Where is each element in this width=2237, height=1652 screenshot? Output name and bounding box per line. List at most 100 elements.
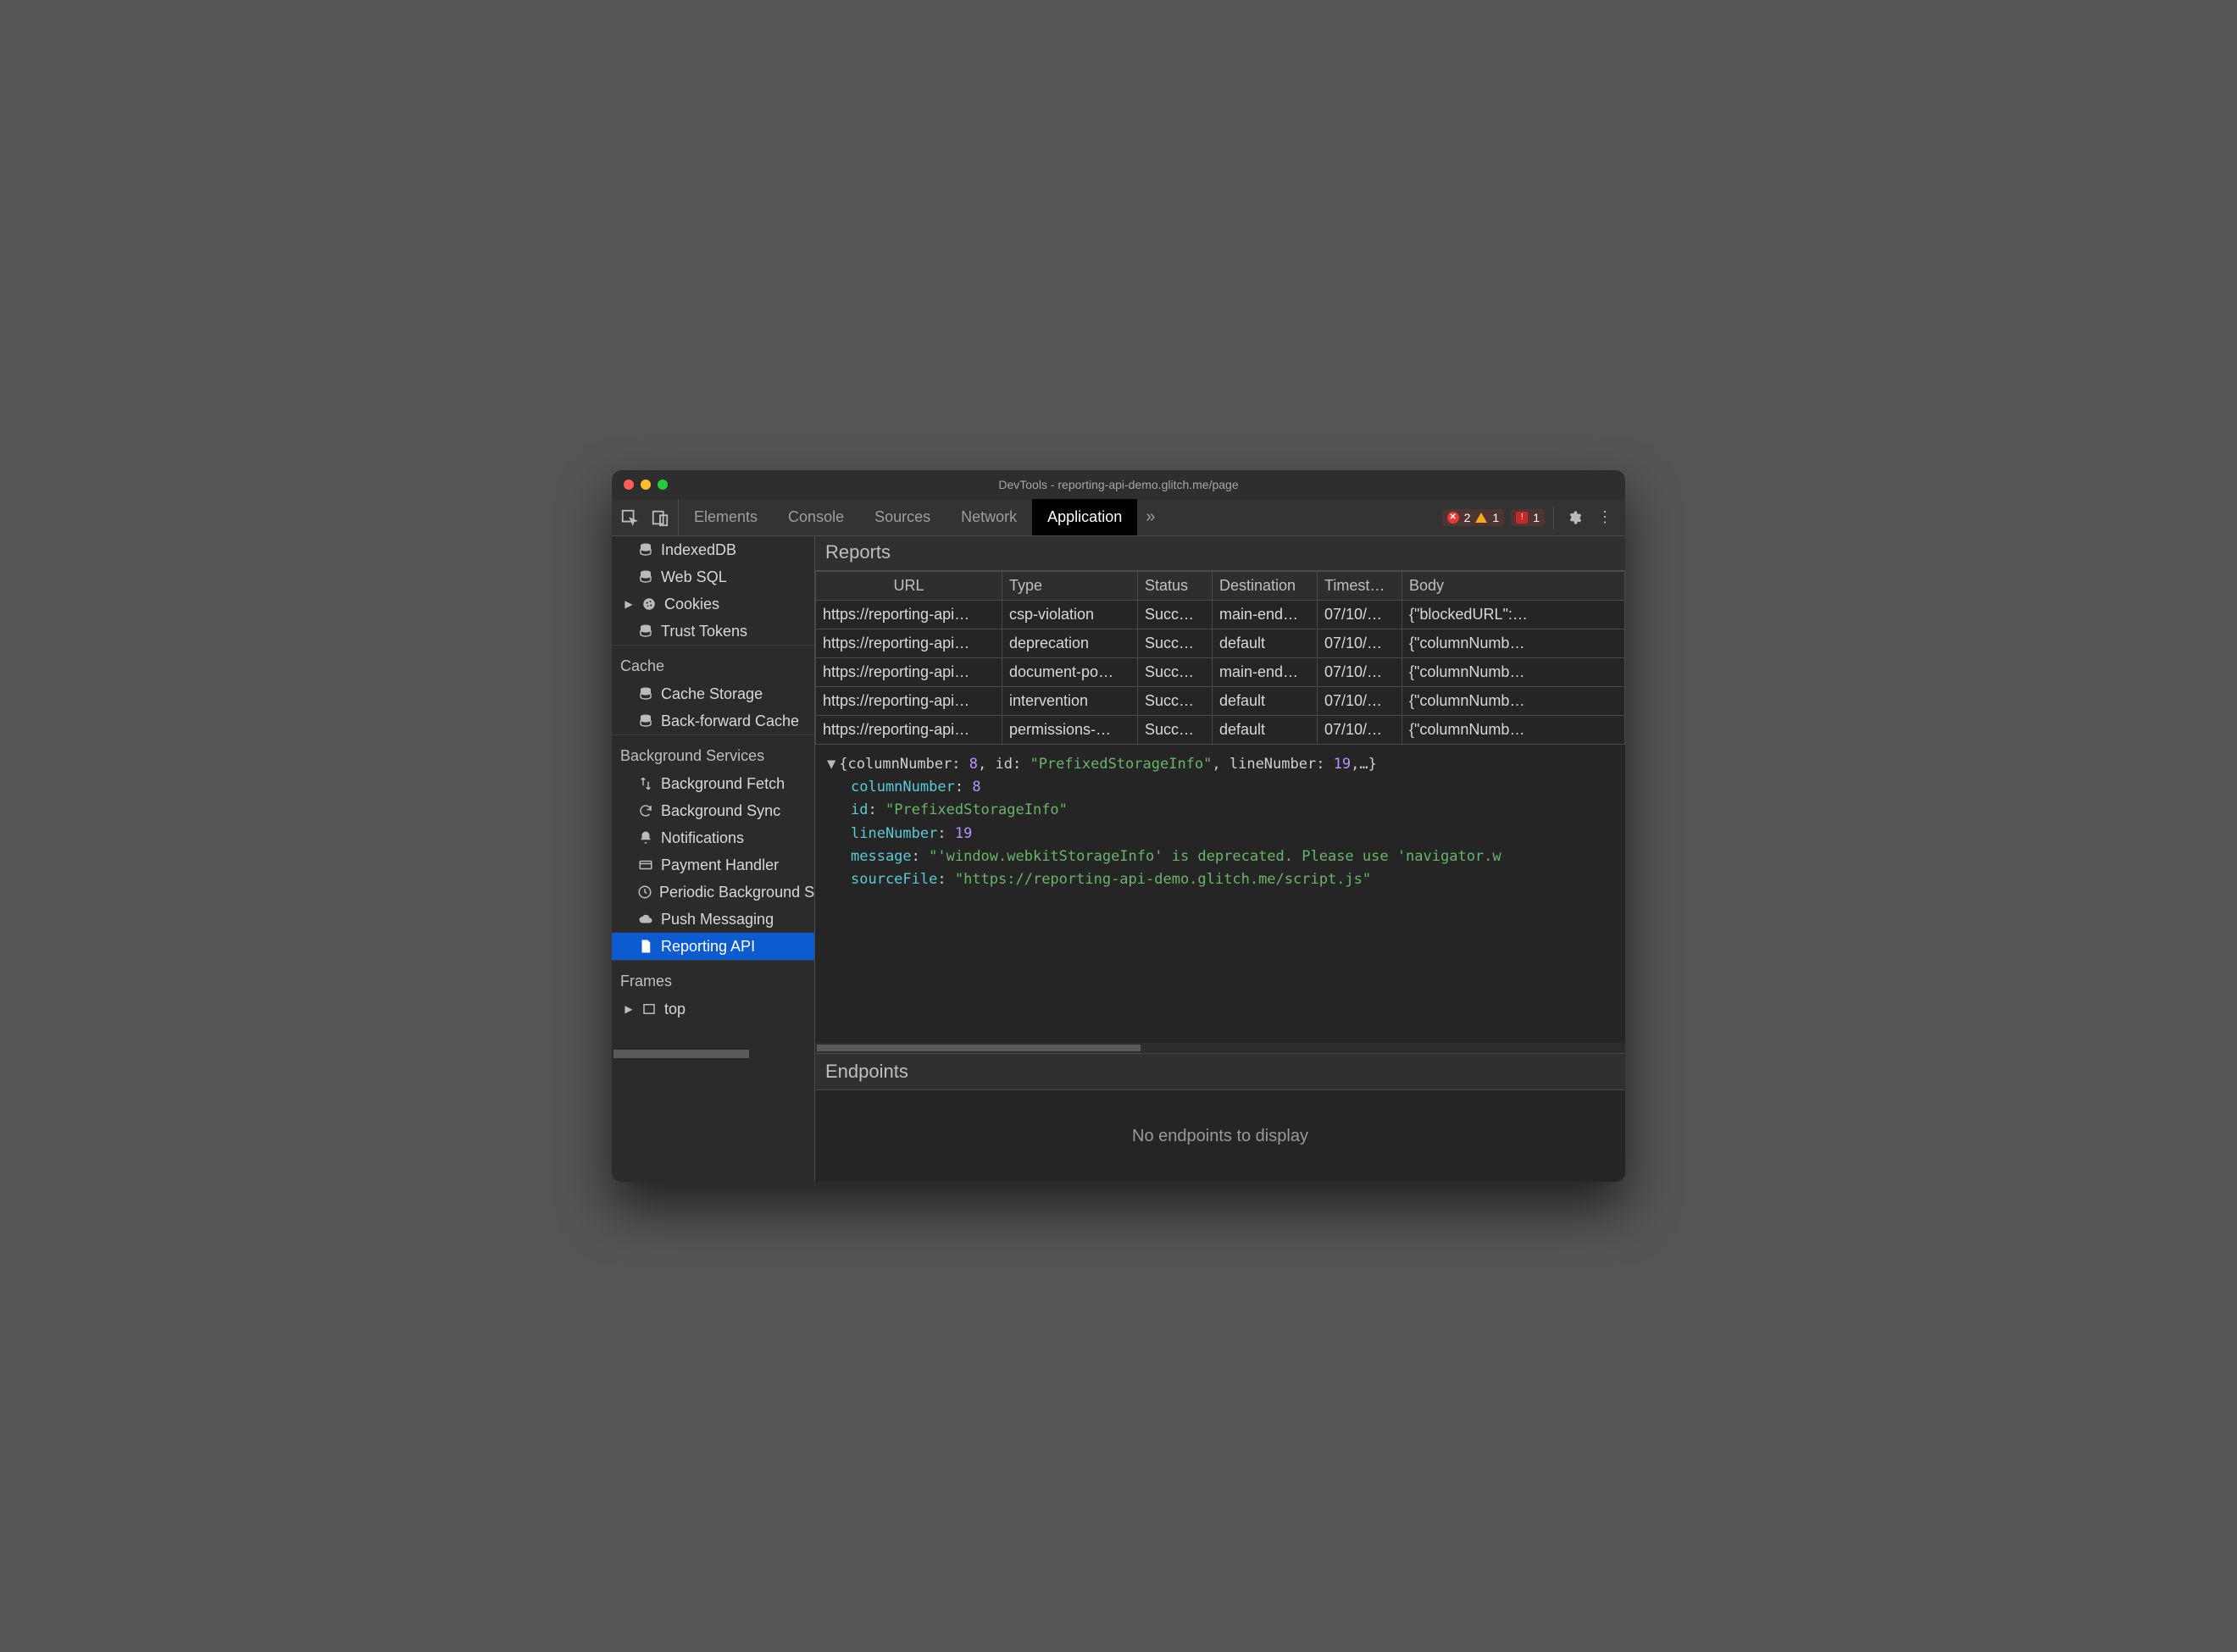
sidebar-item-background-sync[interactable]: Background Sync xyxy=(612,797,814,824)
col-url[interactable]: URL xyxy=(816,572,1002,601)
table-cell-url: https://reporting-api… xyxy=(816,716,1002,745)
console-errors-warnings-badge[interactable]: ✕ 2 1 xyxy=(1442,509,1505,526)
sidebar-item-reporting-api[interactable]: Reporting API xyxy=(612,933,814,960)
minimize-window-button[interactable] xyxy=(641,480,651,490)
storage-group: IndexedDB Web SQL ▶ Cookies Trust Tokens xyxy=(612,536,814,645)
sidebar-item-label: Periodic Background Sync xyxy=(659,884,815,901)
table-cell-type: intervention xyxy=(1002,687,1138,716)
more-menu-button[interactable]: ⋮ xyxy=(1593,508,1617,526)
sidebar-item-label: Web SQL xyxy=(661,568,727,586)
detail-h-scrollbar[interactable] xyxy=(815,1043,1625,1053)
error-count: 2 xyxy=(1464,511,1471,524)
caret-right-icon: ▶ xyxy=(624,1003,634,1015)
tab-elements[interactable]: Elements xyxy=(679,499,773,535)
sidebar-item-notifications[interactable]: Notifications xyxy=(612,824,814,851)
table-cell-dest: default xyxy=(1213,629,1318,658)
table-cell-status: Succ… xyxy=(1138,601,1213,629)
sidebar-item-label: Notifications xyxy=(661,829,744,847)
settings-button[interactable] xyxy=(1563,510,1586,525)
tab-console[interactable]: Console xyxy=(773,499,859,535)
titlebar: DevTools - reporting-api-demo.glitch.me/… xyxy=(612,470,1625,499)
sidebar-item-payment-handler[interactable]: Payment Handler xyxy=(612,851,814,879)
sidebar-item-cache-storage[interactable]: Cache Storage xyxy=(612,680,814,707)
close-window-button[interactable] xyxy=(624,480,634,490)
clock-icon xyxy=(637,884,652,900)
report-detail-view[interactable]: ▼{columnNumber: 8, id: "PrefixedStorageI… xyxy=(815,745,1625,1043)
device-toggle-icon[interactable] xyxy=(651,508,669,527)
window-controls xyxy=(624,480,668,490)
table-row[interactable]: https://reporting-api…permissions-…Succ…… xyxy=(816,716,1625,745)
sidebar-item-label: Reporting API xyxy=(661,938,755,956)
tab-network[interactable]: Network xyxy=(946,499,1032,535)
table-cell-dest: main-end… xyxy=(1213,601,1318,629)
sidebar-item-indexeddb[interactable]: IndexedDB xyxy=(612,536,814,563)
sidebar-item-background-fetch[interactable]: Background Fetch xyxy=(612,770,814,797)
table-cell-body: {"columnNumb… xyxy=(1402,658,1625,687)
detail-prop-columnnumber[interactable]: columnNumber: 8 xyxy=(827,776,1613,799)
inspect-element-icon[interactable] xyxy=(620,508,639,527)
table-cell-ts: 07/10/… xyxy=(1318,716,1402,745)
table-cell-url: https://reporting-api… xyxy=(816,629,1002,658)
issue-count: 1 xyxy=(1533,511,1540,524)
application-sidebar[interactable]: IndexedDB Web SQL ▶ Cookies Trust Tokens… xyxy=(612,536,815,1182)
tab-list: Elements Console Sources Network Applica… xyxy=(679,499,1163,535)
window-title: DevTools - reporting-api-demo.glitch.me/… xyxy=(612,478,1625,491)
sidebar-item-label: Back-forward Cache xyxy=(661,712,799,730)
col-destination[interactable]: Destination xyxy=(1213,572,1318,601)
application-main: Reports URL Type Status Destination Time… xyxy=(815,536,1625,1182)
sidebar-item-websql[interactable]: Web SQL xyxy=(612,563,814,590)
issue-icon: ! xyxy=(1516,512,1528,524)
table-cell-type: permissions-… xyxy=(1002,716,1138,745)
detail-prop-message[interactable]: message: "'window.webkitStorageInfo' is … xyxy=(827,845,1613,868)
frames-section-title: Frames xyxy=(612,961,814,995)
bg-services-section-title: Background Services xyxy=(612,735,814,770)
sidebar-item-label: Push Messaging xyxy=(661,911,774,929)
sidebar-item-push-messaging[interactable]: Push Messaging xyxy=(612,906,814,933)
col-timestamp[interactable]: Timest… xyxy=(1318,572,1402,601)
sidebar-h-scrollbar[interactable] xyxy=(612,1048,814,1060)
error-icon: ✕ xyxy=(1447,512,1459,524)
table-row[interactable]: https://reporting-api…deprecationSucc…de… xyxy=(816,629,1625,658)
table-cell-status: Succ… xyxy=(1138,658,1213,687)
endpoints-empty-state: No endpoints to display xyxy=(815,1090,1625,1182)
issues-badge[interactable]: ! 1 xyxy=(1511,509,1545,526)
cache-section-title: Cache xyxy=(612,646,814,680)
card-icon xyxy=(637,857,654,873)
col-body[interactable]: Body xyxy=(1402,572,1625,601)
detail-prop-linenumber[interactable]: lineNumber: 19 xyxy=(827,823,1613,845)
sidebar-item-trust-tokens[interactable]: Trust Tokens xyxy=(612,618,814,645)
table-cell-status: Succ… xyxy=(1138,716,1213,745)
sidebar-item-frame-top[interactable]: ▶ top xyxy=(612,995,814,1023)
warning-icon xyxy=(1475,513,1487,523)
tabs-overflow-button[interactable]: » xyxy=(1137,499,1163,535)
sidebar-item-label: Cookies xyxy=(664,596,719,613)
database-icon xyxy=(637,542,654,557)
warning-count: 1 xyxy=(1492,511,1499,524)
table-row[interactable]: https://reporting-api…interventionSucc…d… xyxy=(816,687,1625,716)
sidebar-item-cookies[interactable]: ▶ Cookies xyxy=(612,590,814,618)
reports-title: Reports xyxy=(815,536,1625,571)
cookie-icon xyxy=(641,596,658,612)
sidebar-item-bfcache[interactable]: Back-forward Cache xyxy=(612,707,814,735)
bell-icon xyxy=(637,830,654,845)
tab-sources[interactable]: Sources xyxy=(859,499,946,535)
sidebar-item-periodic-bg-sync[interactable]: Periodic Background Sync xyxy=(612,879,814,906)
tab-application[interactable]: Application xyxy=(1032,499,1137,535)
col-type[interactable]: Type xyxy=(1002,572,1138,601)
table-cell-status: Succ… xyxy=(1138,687,1213,716)
col-status[interactable]: Status xyxy=(1138,572,1213,601)
database-icon xyxy=(637,569,654,585)
table-row[interactable]: https://reporting-api…csp-violationSucc…… xyxy=(816,601,1625,629)
detail-summary-line[interactable]: ▼{columnNumber: 8, id: "PrefixedStorageI… xyxy=(827,753,1613,776)
table-cell-type: csp-violation xyxy=(1002,601,1138,629)
sidebar-item-label: IndexedDB xyxy=(661,541,736,559)
detail-prop-id[interactable]: id: "PrefixedStorageInfo" xyxy=(827,799,1613,822)
document-icon xyxy=(637,939,654,954)
table-cell-body: {"columnNumb… xyxy=(1402,629,1625,658)
table-cell-url: https://reporting-api… xyxy=(816,601,1002,629)
database-icon xyxy=(637,713,654,729)
zoom-window-button[interactable] xyxy=(658,480,668,490)
detail-prop-sourcefile[interactable]: sourceFile: "https://reporting-api-demo.… xyxy=(827,868,1613,891)
table-row[interactable]: https://reporting-api…document-po…Succ…m… xyxy=(816,658,1625,687)
caret-down-icon: ▼ xyxy=(827,753,835,776)
